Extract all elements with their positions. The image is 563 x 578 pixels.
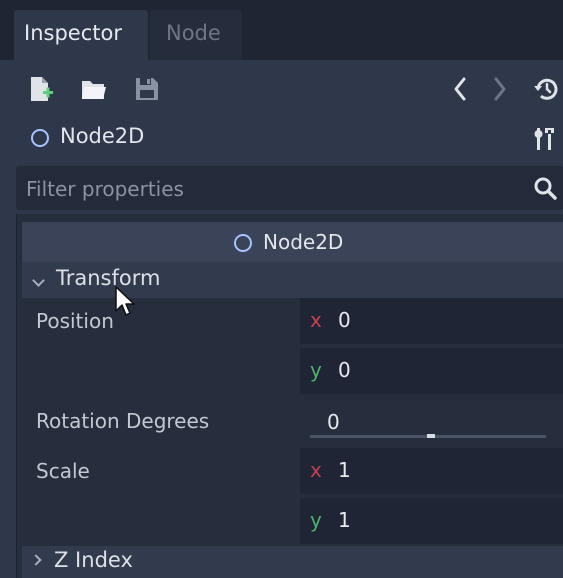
- scale-y-value: 1: [338, 508, 351, 532]
- position-y-field[interactable]: y 0: [300, 348, 563, 394]
- axis-x-label: x: [310, 308, 322, 332]
- scale-x-value: 1: [338, 458, 351, 482]
- search-icon[interactable]: [531, 174, 561, 204]
- save-icon[interactable]: [132, 74, 162, 104]
- filter-properties-input[interactable]: [16, 166, 528, 212]
- tools-icon[interactable]: [531, 124, 561, 154]
- node2d-icon: [31, 129, 49, 147]
- node-name: Node2D: [60, 124, 145, 148]
- axis-x-label: x: [310, 458, 322, 482]
- axis-y-label: y: [310, 358, 322, 382]
- z-index-group-label: Z Index: [54, 548, 133, 572]
- section-title: Node2D: [263, 230, 344, 254]
- history-back-icon[interactable]: [446, 74, 476, 104]
- rotation-degrees-label: Rotation Degrees: [36, 409, 210, 433]
- rotation-degrees-value: 0: [327, 410, 340, 434]
- node2d-section-icon: [234, 234, 252, 252]
- position-x-value: 0: [338, 308, 351, 332]
- scale-x-field[interactable]: x 1: [300, 448, 563, 494]
- scale-y-field[interactable]: y 1: [300, 498, 563, 544]
- filter-properties-field[interactable]: [16, 166, 563, 212]
- rotation-slider-grabber[interactable]: [427, 434, 435, 438]
- open-folder-icon[interactable]: [79, 74, 109, 104]
- position-x-field[interactable]: x 0: [300, 298, 563, 344]
- history-forward-icon[interactable]: [484, 74, 514, 104]
- new-resource-icon[interactable]: [26, 74, 56, 104]
- scale-label: Scale: [36, 459, 90, 483]
- tab-node[interactable]: Node: [150, 10, 242, 60]
- axis-y-label: y: [310, 508, 322, 532]
- position-y-value: 0: [338, 358, 351, 382]
- object-history-icon[interactable]: [531, 74, 561, 104]
- section-header-node2d: Node2D: [22, 222, 563, 262]
- rotation-degrees-field[interactable]: 0: [300, 400, 563, 446]
- transform-group-label: Transform: [56, 266, 161, 290]
- tab-inspector[interactable]: Inspector: [14, 10, 148, 60]
- position-label: Position: [36, 309, 114, 333]
- mouse-cursor-icon: [114, 285, 136, 319]
- tab-node-label: Node: [166, 21, 221, 45]
- tab-inspector-label: Inspector: [24, 21, 122, 45]
